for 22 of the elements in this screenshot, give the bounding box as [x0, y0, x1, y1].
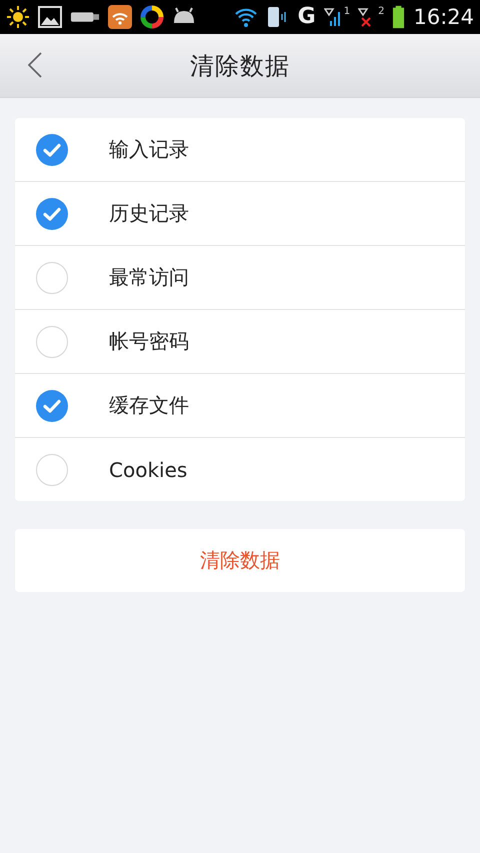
wifi-app-icon: [108, 5, 132, 29]
clear-data-button[interactable]: 清除数据: [15, 529, 465, 592]
checkbox[interactable]: [36, 390, 68, 422]
sun-icon: [6, 5, 30, 29]
battery-icon: [392, 5, 406, 29]
page-title: 清除数据: [190, 50, 290, 82]
option-label: 输入记录: [109, 136, 189, 163]
back-button[interactable]: [26, 50, 44, 80]
checkbox[interactable]: [36, 454, 68, 486]
checkbox[interactable]: [36, 326, 68, 358]
image-icon: [38, 5, 62, 29]
clock: 16:24: [413, 5, 474, 29]
checkbox[interactable]: [36, 198, 68, 230]
checkbox[interactable]: [36, 262, 68, 294]
network-type: G: [298, 5, 316, 29]
checkbox[interactable]: [36, 134, 68, 166]
option-label: 帐号密码: [109, 328, 189, 355]
option-label: 缓存文件: [109, 392, 189, 419]
color-ring-icon: [140, 5, 164, 29]
option-label: 历史记录: [109, 200, 189, 227]
option-label: Cookies: [109, 458, 188, 482]
option-label: 最常访问: [109, 264, 189, 291]
